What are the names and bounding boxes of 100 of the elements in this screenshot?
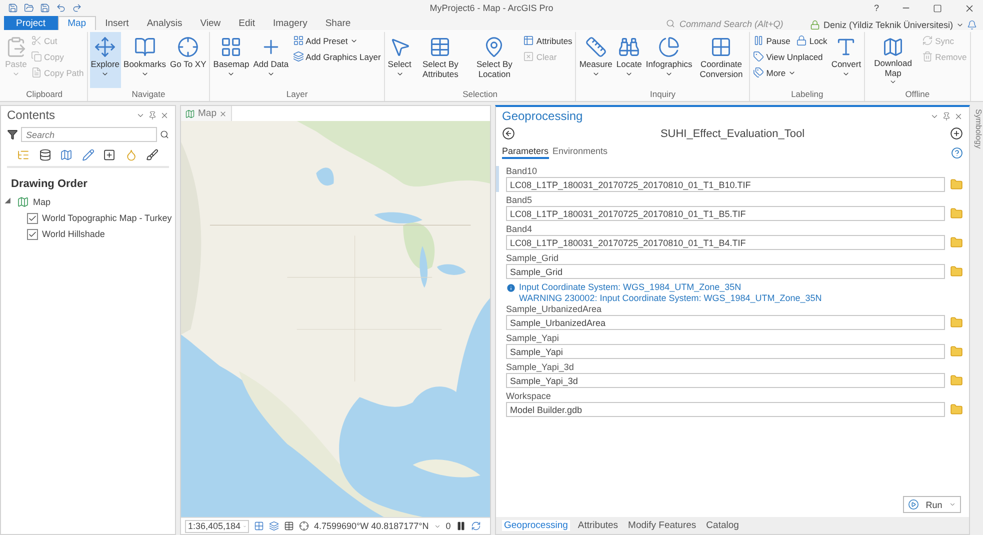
side-tab[interactable]: Symbology (974, 109, 983, 149)
selected-count: 0 (446, 521, 451, 531)
pane-tab[interactable]: Modify Features (626, 520, 698, 531)
ribbon-button[interactable]: Infographics (644, 32, 694, 88)
checkbox[interactable] (27, 228, 38, 240)
info-icon (506, 282, 516, 292)
ribbon-tab[interactable]: Share (316, 16, 360, 30)
tree-item[interactable]: Map (33, 197, 51, 207)
ribbon-button[interactable]: Attributes (522, 34, 574, 47)
notification-icon (967, 20, 977, 30)
input-field[interactable]: Sample_Grid (506, 264, 945, 279)
checkbox[interactable] (27, 212, 38, 224)
ribbon-tab[interactable]: Insert (96, 16, 138, 30)
input-field[interactable]: LC08_L1TP_180031_20170725_20170810_01_T1_B10.TIF (506, 177, 945, 192)
save-icon (8, 3, 18, 13)
caret-icon (434, 522, 441, 530)
ribbon-tab[interactable]: View (191, 16, 230, 30)
scale-dropdown[interactable]: 1:36,405,184 (185, 520, 249, 532)
ribbon-tab[interactable]: Analysis (138, 16, 192, 30)
close-icon (219, 110, 228, 118)
panel-tab[interactable]: Parameters (502, 146, 549, 159)
ribbon-button[interactable]: Convert (830, 32, 862, 88)
ribbon-button[interactable]: More (752, 66, 797, 79)
message-text: WARNING 230002: Input Coordinate System: WGS_1984_UTM_Zone_35N (519, 293, 822, 304)
grid-icon (220, 36, 242, 58)
input-field[interactable]: Model Builder.gdb (506, 402, 945, 417)
pane-tab[interactable]: Attributes (576, 520, 620, 531)
help-button[interactable]: ? (874, 3, 879, 13)
ribbon-button[interactable]: Locate (615, 32, 643, 88)
parameter-label: Band4 (506, 224, 534, 235)
parameter-label: Band10 (506, 166, 538, 177)
close-icon (964, 2, 975, 14)
tool-name: SUHI_Effect_Evaluation_Tool (659, 128, 806, 140)
maximize-icon (933, 4, 942, 12)
grid-icon (292, 35, 304, 46)
layer-name[interactable]: World Topographic Map - Turkey (42, 213, 172, 223)
folder-icon (950, 316, 963, 329)
folder-icon (950, 236, 963, 249)
input-field[interactable]: Sample_UrbanizedArea (506, 315, 945, 330)
parameter-label: Workspace (506, 391, 552, 402)
layers-icon (292, 51, 304, 62)
search-field[interactable]: Search (21, 127, 157, 142)
ribbon-button[interactable]: View Unplaced (752, 50, 824, 63)
copy-icon (31, 51, 42, 62)
ribbon-button[interactable]: Bookmarks (122, 32, 168, 88)
ribbon-tab[interactable]: Edit (230, 16, 264, 30)
folder-icon (24, 3, 34, 13)
input-field[interactable]: LC08_L1TP_180031_20170725_20170810_01_T1_B4.TIF (506, 235, 945, 250)
pane-title: Contents (7, 108, 56, 122)
grid-icon (254, 521, 264, 531)
group-label: Labeling (790, 89, 824, 101)
tags-icon (753, 67, 764, 78)
ribbon-button[interactable]: Lock (795, 34, 828, 47)
ribbon-button[interactable]: Explore (90, 32, 121, 88)
document-icon (31, 67, 42, 78)
user-name[interactable]: Deniz (Yildiz Teknik Üniversitesi) (823, 20, 953, 30)
ribbon-button[interactable]: Select By Location (468, 32, 520, 88)
ribbon-button[interactable]: Coordinate Conversion (695, 32, 748, 88)
ribbon-button[interactable]: Add Graphics Layer (292, 50, 382, 63)
ribbon-button[interactable]: Select By Attributes (414, 32, 466, 88)
add-icon (950, 127, 963, 140)
run-button[interactable]: Run (903, 496, 961, 513)
folder-icon (950, 265, 963, 278)
group-label: Clipboard (25, 89, 64, 101)
pane-title: Geoprocessing (502, 109, 583, 123)
trash-icon (922, 51, 934, 62)
layer-name[interactable]: World Hillshade (42, 229, 105, 239)
group-label: Inquiry (649, 89, 677, 101)
pane-tab[interactable]: Geoprocessing (502, 520, 570, 531)
caret-icon (889, 78, 898, 86)
ribbon-button[interactable]: Download Map (867, 32, 920, 88)
parameter-label: Band5 (506, 195, 534, 206)
ribbon-tab[interactable]: Project (4, 16, 58, 30)
map-icon (17, 196, 29, 208)
parameter-label: Sample_UrbanizedArea (506, 304, 603, 315)
caret-icon (949, 501, 956, 508)
sync-icon (922, 35, 934, 46)
ribbon-button[interactable]: Add Preset (292, 34, 359, 47)
ribbon-button[interactable]: Basemap (212, 32, 250, 88)
input-field[interactable]: Sample_Yapi_3d (506, 373, 945, 388)
ribbon-button[interactable]: Select (386, 32, 412, 88)
clear-icon (523, 51, 534, 62)
pane-tab[interactable]: Catalog (704, 520, 741, 531)
brush-icon (146, 148, 160, 162)
pin-icon (942, 112, 951, 120)
ribbon-button[interactable]: Add Data (252, 32, 290, 88)
close-icon (160, 110, 169, 120)
ribbon-button[interactable]: Measure (578, 32, 614, 88)
ribbon-button[interactable]: Go To XY (169, 32, 208, 88)
map-tab[interactable]: Map (181, 106, 232, 121)
ribbon-tab[interactable]: Map (58, 16, 96, 30)
crosshair-icon (177, 36, 200, 58)
panel-tab[interactable]: Environments (552, 146, 608, 159)
window-title: MyProject6 - Map - ArcGIS Pro (428, 3, 554, 13)
ruler-icon (584, 36, 607, 58)
ribbon-button[interactable]: Pause (752, 34, 792, 47)
ribbon-tab[interactable]: Imagery (264, 16, 316, 30)
section-heading: Drawing Order (10, 177, 88, 192)
input-field[interactable]: LC08_L1TP_180031_20170725_20170810_01_T1_B5.TIF (506, 206, 945, 221)
input-field[interactable]: Sample_Yapi (506, 344, 945, 359)
